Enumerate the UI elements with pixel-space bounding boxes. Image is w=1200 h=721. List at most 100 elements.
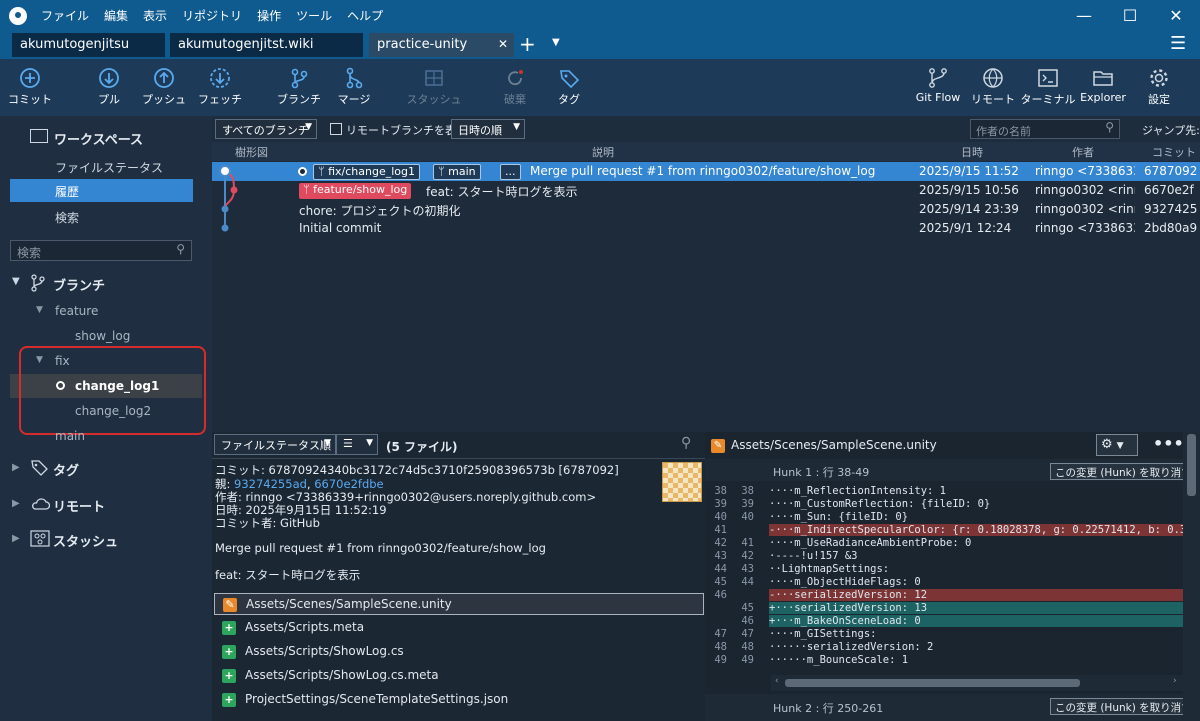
branch-tag-feature-show-log[interactable]: ᛘ feature/show_log [299, 183, 412, 199]
tags-header[interactable]: タグ [53, 460, 79, 479]
commit-date: 2025/9/1 12:24 [919, 221, 1012, 235]
close-window-icon[interactable]: ✕ [1153, 0, 1199, 31]
tag-label: main [448, 165, 476, 178]
commit-row[interactable]: ᛘ fix/change_log1 ᛘ main ... Merge pull … [212, 162, 1200, 181]
discard-icon [485, 65, 545, 91]
commit-node [230, 186, 238, 194]
author-filter-input[interactable]: 作者の名前 ⚲ [970, 119, 1120, 139]
menu-edit[interactable]: 編集 [104, 7, 128, 24]
minimize-icon[interactable]: — [1061, 0, 1107, 31]
file-row[interactable]: + Assets/Scripts/ShowLog.cs [214, 641, 704, 663]
menu-tools[interactable]: ツール [296, 7, 332, 24]
search-icon[interactable]: ⚲ [681, 435, 691, 451]
remote-button[interactable]: リモート [963, 65, 1023, 107]
commit-button[interactable]: コミット [0, 65, 60, 107]
code-text: ·----!u!157 &3 [769, 550, 858, 562]
column-author[interactable]: 作者 [1072, 144, 1094, 160]
fetch-button[interactable]: フェッチ [190, 65, 250, 107]
column-graph[interactable]: 樹形図 [235, 144, 268, 160]
fetch-icon [190, 65, 250, 91]
push-button[interactable]: プッシュ [134, 65, 194, 107]
view-mode-dropdown[interactable]: ☰ ▼ [336, 434, 378, 455]
commit-row[interactable]: ᛘ feature/show_log feat: スタート時ログを表示 2025… [212, 181, 1200, 200]
tab-akumutogenjitst-wiki[interactable]: akumutogenjitst.wiki [170, 33, 363, 57]
file-row[interactable]: + Assets/Scripts/ShowLog.cs.meta [214, 665, 704, 687]
stashes-header[interactable]: スタッシュ [53, 531, 118, 550]
menu-view[interactable]: 表示 [143, 7, 167, 24]
discard-hunk-button[interactable]: この変更 (Hunk) を取り消す [1050, 698, 1197, 715]
new-tab-plus-icon[interactable]: + [519, 32, 536, 56]
column-date[interactable]: 日時 [961, 144, 983, 160]
branches-header[interactable]: ブランチ [53, 275, 105, 294]
commit-row[interactable]: Initial commit 2025/9/1 12:24 rinngo <73… [212, 219, 1200, 238]
menu-repository[interactable]: リポジトリ [182, 7, 242, 24]
sidebar-item-search[interactable]: 検索 [55, 209, 79, 226]
branch-tag-more[interactable]: ... [500, 164, 521, 180]
gitflow-button[interactable]: Git Flow [908, 65, 968, 104]
tab-akumutogenjitsu[interactable]: akumutogenjitsu [12, 33, 165, 57]
diff-line-deleted: 41 -···m_IndirectSpecularColor: {r: 0.180… [705, 524, 1183, 537]
file-row[interactable]: + ProjectSettings/SceneTemplateSettings.… [214, 689, 704, 711]
chevron-down-icon[interactable]: ▼ [12, 276, 20, 287]
old-line-number: 46 [714, 589, 727, 601]
diff-options-dropdown[interactable]: ⚙ ▼ [1096, 434, 1138, 456]
tag-label: タグ [558, 93, 580, 106]
file-row-selected[interactable]: ✎ Assets/Scenes/SampleScene.unity [214, 593, 704, 615]
terminal-button[interactable]: ターミナル [1018, 65, 1078, 107]
old-line-number: 38 [714, 485, 727, 497]
maximize-icon[interactable]: ☐ [1107, 0, 1153, 31]
tab-close-icon[interactable]: ✕ [498, 37, 508, 51]
menu-file[interactable]: ファイル [41, 7, 89, 24]
pull-button[interactable]: プル [79, 65, 139, 107]
commit-author: rinngo <73386339 [1035, 164, 1135, 178]
chevron-down-icon[interactable]: ▼ [36, 305, 43, 315]
column-commit[interactable]: コミット [1152, 144, 1196, 160]
settings-button[interactable]: 設定 [1129, 65, 1189, 107]
chevron-right-icon[interactable]: ▶ [12, 462, 20, 473]
scrollbar-thumb[interactable] [1187, 434, 1196, 496]
more-options-icon[interactable]: ••• [1153, 434, 1184, 453]
tab-practice-unity[interactable]: practice-unity ✕ [369, 33, 514, 57]
menu-actions[interactable]: 操作 [257, 7, 281, 24]
stash-button[interactable]: スタッシュ [404, 65, 464, 107]
hamburger-menu-icon[interactable]: ☰ [1170, 33, 1186, 54]
branch-tag-fix-change-log1[interactable]: ᛘ fix/change_log1 [313, 164, 421, 180]
branch-show-log[interactable]: show_log [75, 329, 130, 343]
discard-button[interactable]: 破棄 [485, 65, 545, 107]
sidebar-item-file-status[interactable]: ファイルステータス [55, 159, 163, 176]
scrollbar-thumb[interactable] [785, 679, 1080, 687]
file-sort-dropdown[interactable]: ファイルステータス順 ▼ [214, 434, 336, 455]
chevron-right-icon[interactable]: ▶ [12, 498, 20, 509]
horizontal-scrollbar[interactable]: ‹ › [771, 675, 1183, 691]
tab-dropdown-chevron-icon[interactable]: ▼ [552, 37, 560, 48]
branch-button[interactable]: ブランチ [269, 65, 329, 107]
scroll-right-icon[interactable]: › [1173, 676, 1177, 686]
sidebar-search-input[interactable]: 検索 ⚲ [10, 240, 192, 261]
branch-folder-feature[interactable]: feature [55, 304, 98, 318]
remotes-header[interactable]: リモート [53, 496, 105, 515]
sidebar-item-history[interactable]: 履歴 [10, 179, 193, 202]
commit-row[interactable]: chore: プロジェクトの初期化 2025/9/14 23:39 rinngo… [212, 200, 1200, 219]
menu-help[interactable]: ヘルプ [347, 7, 383, 24]
workspace-header[interactable]: ワークスペース [54, 129, 143, 148]
file-row[interactable]: + Assets/Scripts.meta [214, 617, 704, 639]
tab-label: practice-unity [377, 37, 468, 52]
branch-main[interactable]: main [55, 429, 85, 443]
show-remote-label: リモートブランチを表示 [346, 124, 467, 137]
branch-tag-main[interactable]: ᛘ main [433, 164, 481, 180]
vertical-scrollbar[interactable] [1183, 432, 1200, 721]
commit-description: chore: プロジェクトの初期化 [299, 204, 461, 218]
discard-hunk-button[interactable]: この変更 (Hunk) を取り消す [1050, 463, 1197, 480]
column-description[interactable]: 説明 [592, 144, 614, 160]
branch-filter-dropdown[interactable]: すべてのブランチ ▼ [215, 119, 317, 139]
order-dropdown[interactable]: 日時の順 ▼ [451, 119, 525, 139]
old-line-number: 45 [714, 576, 727, 588]
commit-author: rinngo <73386339- [1035, 221, 1135, 235]
scroll-left-icon[interactable]: ‹ [775, 676, 779, 686]
explorer-button[interactable]: Explorer [1073, 65, 1133, 104]
show-remote-checkbox[interactable] [330, 123, 342, 135]
merge-button[interactable]: マージ [324, 65, 384, 107]
chevron-right-icon[interactable]: ▶ [12, 533, 20, 544]
tag-button[interactable]: タグ [539, 65, 599, 107]
tab-label: akumutogenjitsu [20, 37, 130, 52]
